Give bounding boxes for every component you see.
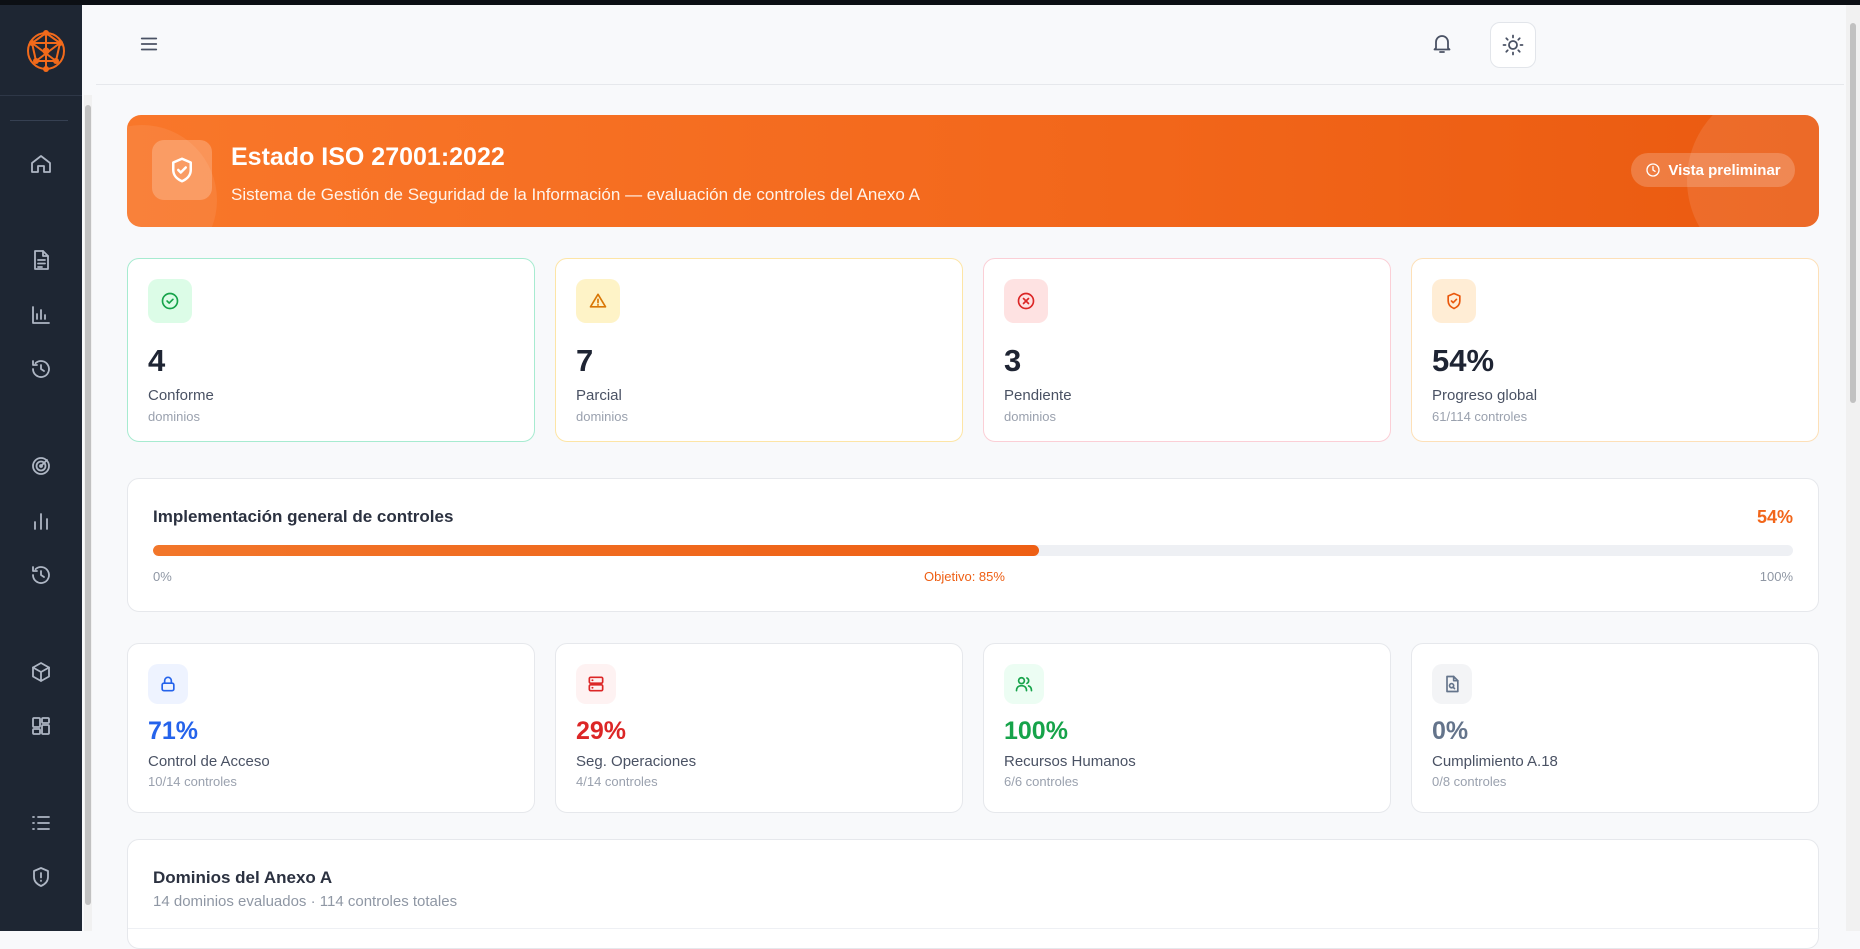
dashboard-icon[interactable] xyxy=(24,709,58,743)
progress-target-label: Objetivo: 85% xyxy=(924,569,1005,584)
domain-value: 29% xyxy=(576,717,627,745)
sidebar xyxy=(0,5,82,931)
sidebar-scrollbar-thumb[interactable] xyxy=(85,105,91,905)
progress-max-label: 100% xyxy=(1759,569,1793,584)
clock-icon xyxy=(1646,163,1661,177)
domain-label: Control de Acceso xyxy=(148,753,270,770)
radar-icon[interactable] xyxy=(24,449,58,483)
domain-list-divider xyxy=(128,928,1820,929)
stat-sub: dominios xyxy=(576,409,629,424)
page-scrollbar[interactable] xyxy=(1846,5,1860,931)
preview-button-label: Vista preliminar xyxy=(1668,161,1781,179)
domain-label: Cumplimiento A.18 xyxy=(1432,753,1558,770)
preview-button[interactable]: Vista preliminar xyxy=(1631,153,1795,187)
stat-label: Conforme xyxy=(148,387,214,404)
implementation-percent: 54% xyxy=(1756,507,1793,527)
shield-check-icon xyxy=(1432,279,1476,323)
stat-card-pendiente: 3 Pendiente dominios xyxy=(983,258,1391,442)
domain-list-title: Dominios del Anexo A xyxy=(153,868,333,887)
stat-card-progreso: 54% Progreso global 61/114 controles xyxy=(1411,258,1819,442)
progress-min-label: 0% xyxy=(153,569,172,584)
domain-value: 100% xyxy=(1004,717,1068,745)
home-icon[interactable] xyxy=(24,147,58,181)
main-content: Estado ISO 27001:2022 Sistema de Gestión… xyxy=(96,5,1844,949)
history-icon[interactable] xyxy=(24,558,58,592)
hamburger-icon[interactable] xyxy=(138,33,162,57)
server-icon xyxy=(576,664,616,704)
domain-card-recursos-humanos[interactable]: 100% Recursos Humanos 6/6 controles xyxy=(983,643,1391,813)
shield-check-icon xyxy=(152,140,212,200)
stat-sub: dominios xyxy=(148,409,201,424)
users-icon xyxy=(1004,664,1044,704)
sun-icon xyxy=(1502,34,1524,56)
domain-value: 0% xyxy=(1432,717,1469,745)
domain-card-seg-operaciones[interactable]: 29% Seg. Operaciones 4/14 controles xyxy=(555,643,963,813)
domain-list-card: Dominios del Anexo A 14 dominios evaluad… xyxy=(127,839,1820,949)
theme-toggle-button[interactable] xyxy=(1490,22,1536,68)
stat-value: 54% xyxy=(1432,343,1495,378)
stat-label: Progreso global xyxy=(1432,387,1538,404)
stat-value: 7 xyxy=(576,343,594,378)
stat-sub: 61/114 controles xyxy=(1432,409,1528,424)
check-circle-icon xyxy=(148,279,192,323)
list-icon[interactable] xyxy=(24,806,58,840)
lock-icon xyxy=(148,664,188,704)
sidebar-scrollbar[interactable] xyxy=(84,95,92,931)
stat-value: 4 xyxy=(148,343,166,378)
shield-alert-icon[interactable] xyxy=(24,860,58,894)
domain-card-cumplimiento[interactable]: 0% Cumplimiento A.18 0/8 controles xyxy=(1411,643,1819,813)
page-subtitle: Sistema de Gestión de Seguridad de la In… xyxy=(231,185,920,204)
domain-sub: 10/14 controles xyxy=(148,774,237,789)
stat-label: Pendiente xyxy=(1004,387,1072,404)
bar-chart-icon[interactable] xyxy=(24,298,58,332)
domain-value: 71% xyxy=(148,717,199,745)
bar-chart-icon[interactable] xyxy=(24,504,58,538)
warning-icon xyxy=(576,279,620,323)
domain-sub: 4/14 controles xyxy=(576,774,658,789)
domain-label: Seg. Operaciones xyxy=(576,753,697,770)
file-search-icon xyxy=(1432,664,1472,704)
domain-label: Recursos Humanos xyxy=(1004,753,1136,770)
stat-card-parcial: 7 Parcial dominios xyxy=(555,258,963,442)
implementation-progress-fill xyxy=(153,545,1039,556)
implementation-title: Implementación general de controles xyxy=(153,507,454,526)
domain-sub: 6/6 controles xyxy=(1004,774,1079,789)
implementation-progress-bar xyxy=(153,545,1793,556)
domain-card-control-acceso[interactable]: 71% Control de Acceso 10/14 controles xyxy=(127,643,535,813)
bell-icon[interactable] xyxy=(1430,31,1458,59)
stat-card-conforme: 4 Conforme dominios xyxy=(127,258,535,442)
iso-status-banner: Estado ISO 27001:2022 Sistema de Gestión… xyxy=(127,115,1819,227)
x-circle-icon xyxy=(1004,279,1048,323)
stat-sub: dominios xyxy=(1004,409,1057,424)
top-header xyxy=(96,5,1844,85)
stat-label: Parcial xyxy=(576,387,622,404)
domain-list-subtitle: 14 dominios evaluados · 114 controles to… xyxy=(153,893,458,910)
page-title: Estado ISO 27001:2022 xyxy=(231,143,505,171)
history-icon[interactable] xyxy=(24,352,58,386)
sidebar-divider xyxy=(0,95,82,96)
page-scrollbar-thumb[interactable] xyxy=(1850,23,1856,403)
sidebar-divider xyxy=(10,120,68,121)
document-icon[interactable] xyxy=(24,243,58,277)
stat-value: 3 xyxy=(1004,343,1022,378)
cube-icon[interactable] xyxy=(24,655,58,689)
domain-sub: 0/8 controles xyxy=(1432,774,1507,789)
network-logo[interactable] xyxy=(22,27,70,75)
implementation-card: Implementación general de controles 54% … xyxy=(127,478,1819,612)
